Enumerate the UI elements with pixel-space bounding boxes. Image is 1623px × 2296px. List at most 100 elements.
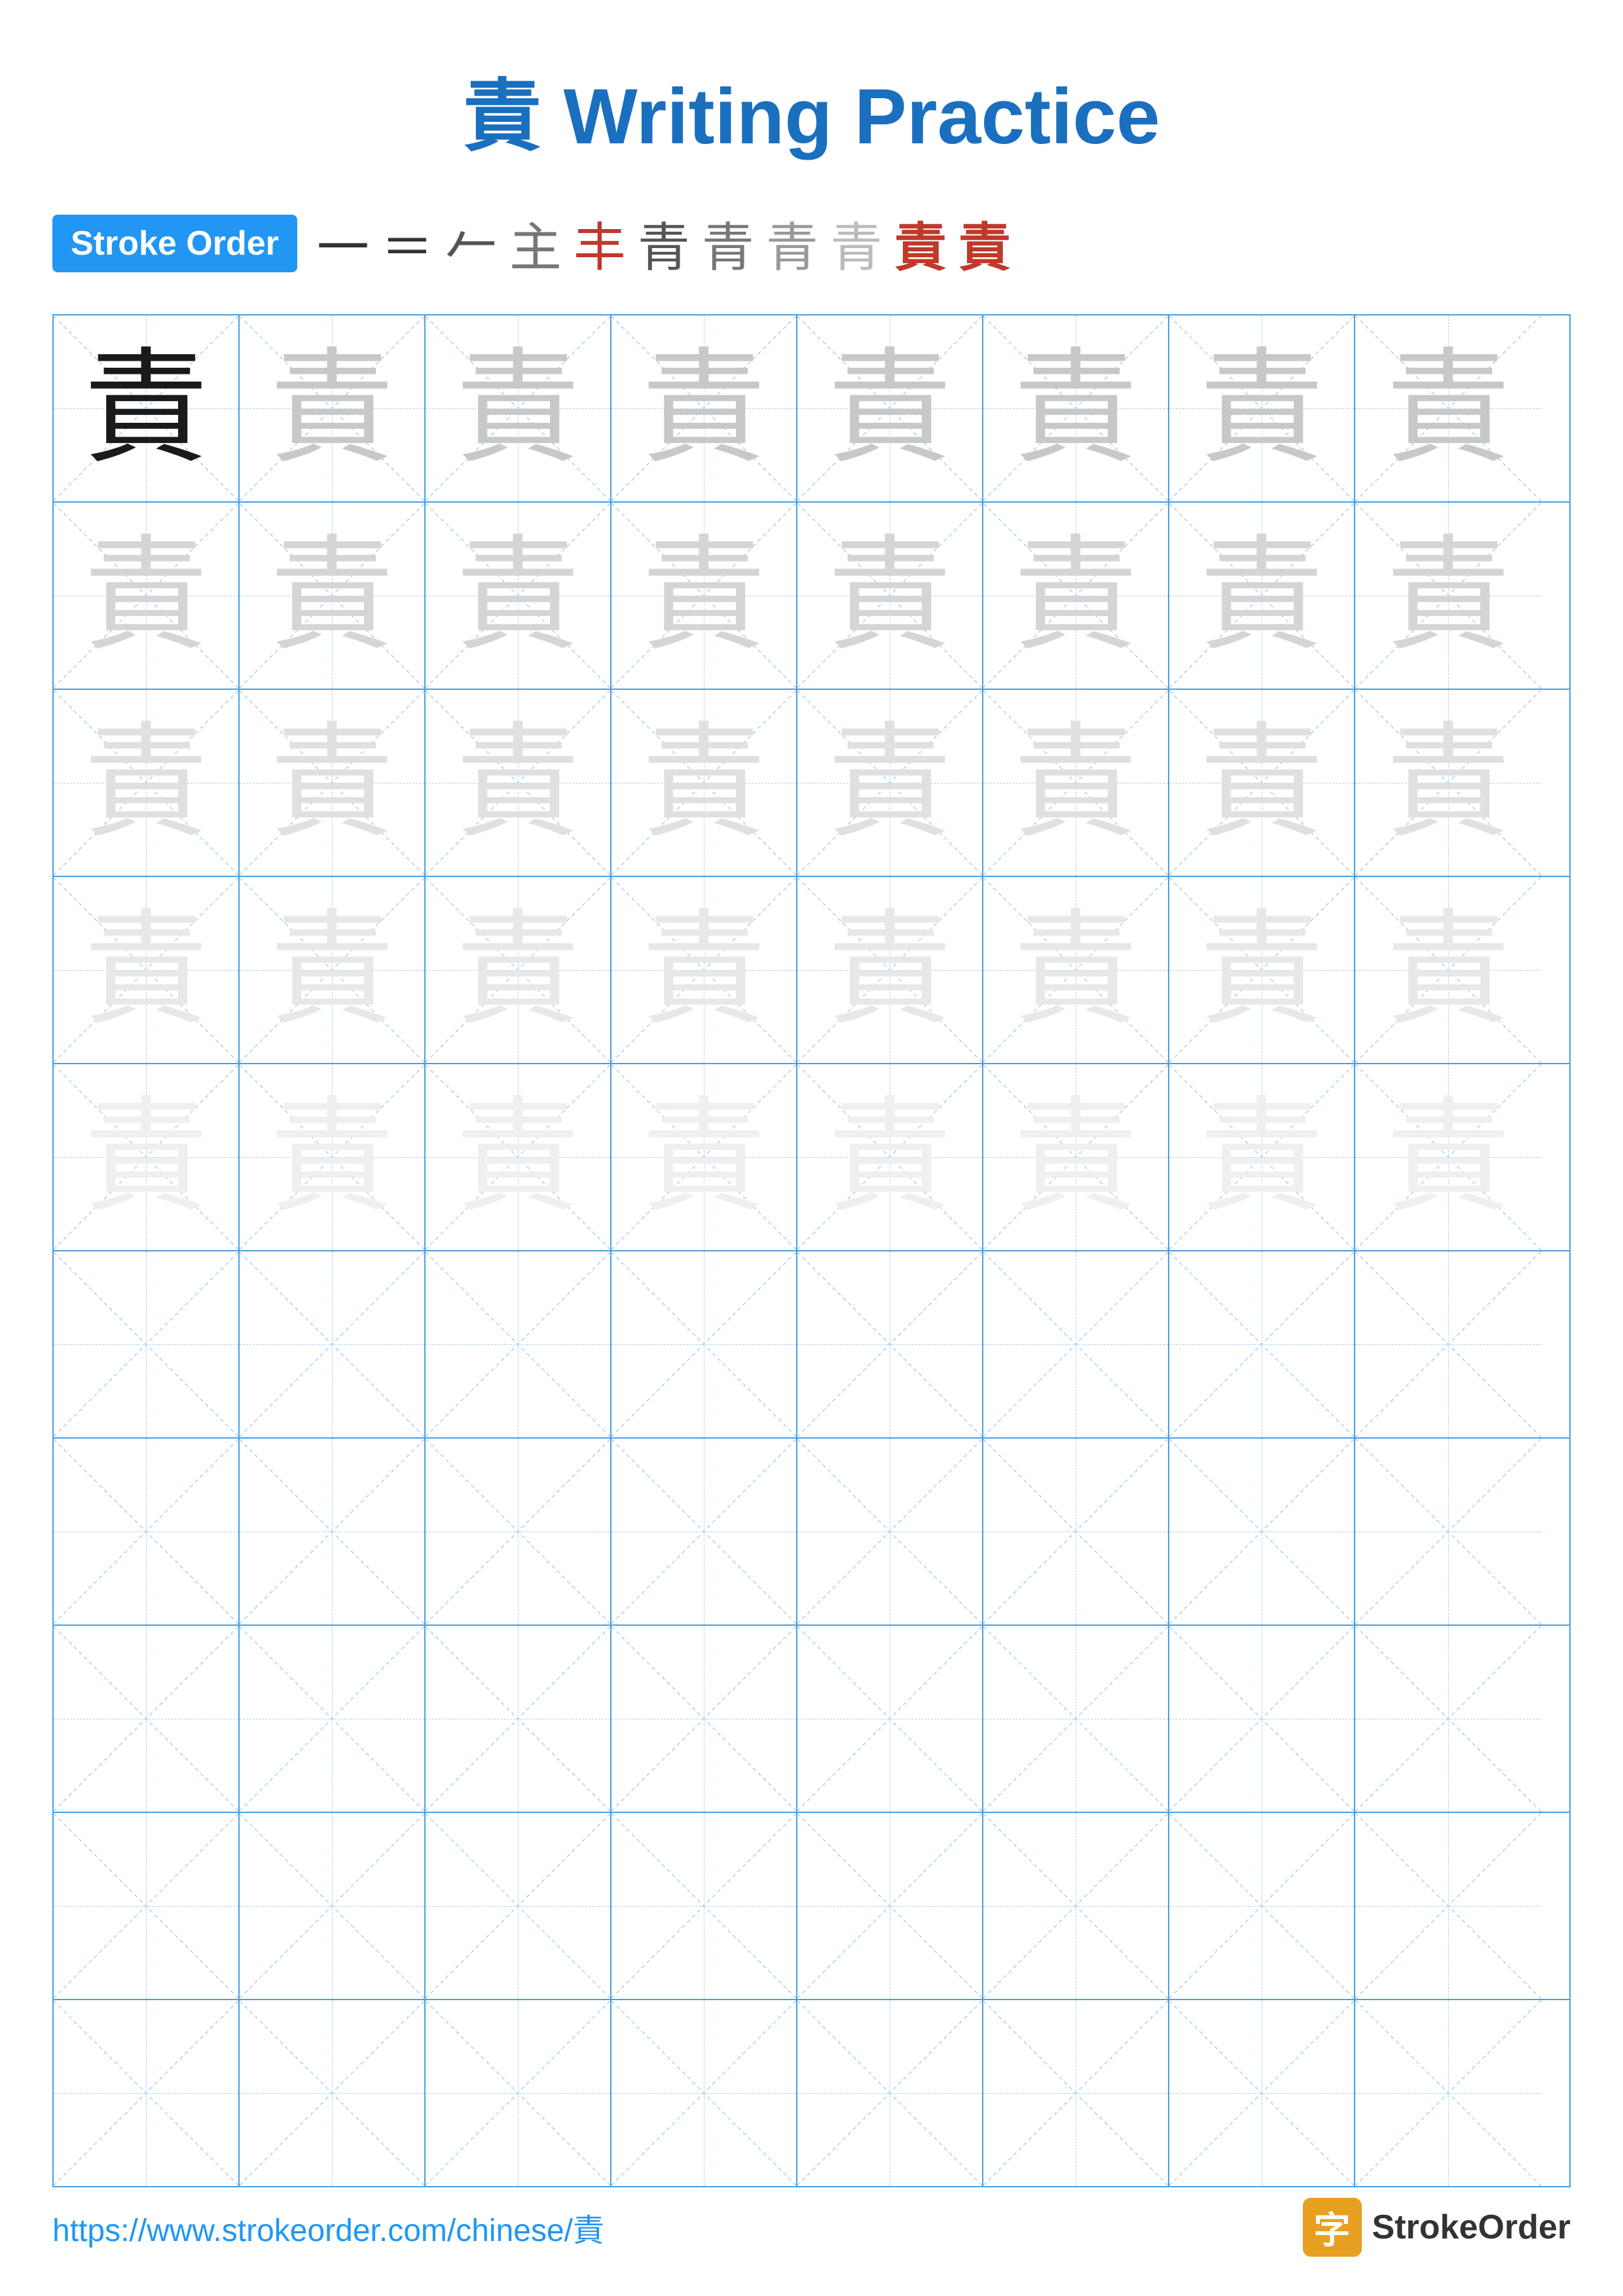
grid-cell-1-4: 責 bbox=[611, 315, 797, 501]
grid-cell-7-4[interactable] bbox=[611, 1439, 797, 1624]
footer-logo-text: StrokeOrder bbox=[1372, 2208, 1571, 2247]
grid-cell-4-2: 責 bbox=[240, 877, 426, 1063]
grid-cell-5-6: 責 bbox=[983, 1064, 1169, 1250]
grid-cell-5-4: 責 bbox=[611, 1064, 797, 1250]
stroke-char-8: 青 bbox=[766, 206, 818, 281]
practice-char-dark: 責 bbox=[84, 346, 208, 471]
grid-cell-3-6: 責 bbox=[983, 690, 1169, 876]
grid-cell-8-6[interactable] bbox=[983, 1626, 1169, 1812]
grid-cell-4-1: 責 bbox=[54, 877, 240, 1063]
grid-cell-9-6[interactable] bbox=[983, 1813, 1169, 1999]
grid-cell-7-1[interactable] bbox=[54, 1439, 240, 1624]
grid-cell-9-2[interactable] bbox=[240, 1813, 426, 1999]
grid-row-6 bbox=[54, 1251, 1569, 1439]
grid-row-9 bbox=[54, 1813, 1569, 2000]
practice-char-trace: 責 bbox=[642, 346, 766, 471]
grid-cell-10-5[interactable] bbox=[797, 2000, 983, 2186]
grid-cell-10-7[interactable] bbox=[1169, 2000, 1355, 2186]
grid-cell-8-7[interactable] bbox=[1169, 1626, 1355, 1812]
grid-row-2: 責 責 責 責 bbox=[54, 503, 1569, 690]
grid-cell-2-2: 責 bbox=[240, 503, 426, 689]
grid-cell-6-6[interactable] bbox=[983, 1251, 1169, 1437]
stroke-order-badge: Stroke Order bbox=[52, 215, 297, 272]
grid-cell-2-7: 責 bbox=[1169, 503, 1355, 689]
stroke-char-6: 青 bbox=[638, 206, 690, 281]
stroke-char-3: 𠂉 bbox=[445, 206, 498, 281]
grid-cell-1-7: 責 bbox=[1169, 315, 1355, 501]
footer: https://www.strokeorder.com/chinese/責 字 … bbox=[0, 2198, 1623, 2257]
title-text: Writing Practice bbox=[563, 73, 1159, 160]
grid-cell-10-6[interactable] bbox=[983, 2000, 1169, 2186]
title-char: 責 bbox=[463, 73, 541, 160]
grid-cell-7-2[interactable] bbox=[240, 1439, 426, 1624]
grid-cell-3-4: 責 bbox=[611, 690, 797, 876]
grid-cell-5-5: 責 bbox=[797, 1064, 983, 1250]
stroke-order-section: Stroke Order 一 ＝ 𠂉 主 丰 青 青 青 青 責 責 bbox=[0, 192, 1623, 295]
grid-cell-10-1[interactable] bbox=[54, 2000, 240, 2186]
grid-cell-1-8: 責 bbox=[1355, 315, 1541, 501]
grid-cell-6-8[interactable] bbox=[1355, 1251, 1541, 1437]
grid-cell-6-2[interactable] bbox=[240, 1251, 426, 1437]
practice-char-trace: 責 bbox=[1199, 346, 1324, 471]
grid-cell-4-3: 責 bbox=[426, 877, 611, 1063]
practice-char-trace: 責 bbox=[828, 346, 952, 471]
grid-cell-5-1: 責 bbox=[54, 1064, 240, 1250]
grid-row-5: 責 責 責 責 bbox=[54, 1064, 1569, 1251]
grid-cell-9-1[interactable] bbox=[54, 1813, 240, 1999]
grid-cell-9-4[interactable] bbox=[611, 1813, 797, 1999]
stroke-char-9: 青 bbox=[830, 206, 883, 281]
grid-cell-7-5[interactable] bbox=[797, 1439, 983, 1624]
grid-cell-7-3[interactable] bbox=[426, 1439, 611, 1624]
practice-grid: 責 責 責 責 bbox=[52, 314, 1571, 2187]
grid-cell-2-4: 責 bbox=[611, 503, 797, 689]
page-title: 責 Writing Practice bbox=[0, 0, 1623, 192]
practice-char-trace: 責 bbox=[456, 346, 580, 471]
grid-cell-8-1[interactable] bbox=[54, 1626, 240, 1812]
grid-cell-3-7: 責 bbox=[1169, 690, 1355, 876]
grid-cell-10-3[interactable] bbox=[426, 2000, 611, 2186]
grid-row-1: 責 責 責 責 bbox=[54, 315, 1569, 503]
stroke-char-11: 責 bbox=[958, 206, 1011, 281]
grid-cell-5-7: 責 bbox=[1169, 1064, 1355, 1250]
grid-cell-9-5[interactable] bbox=[797, 1813, 983, 1999]
stroke-char-7: 青 bbox=[702, 206, 754, 281]
grid-cell-2-6: 責 bbox=[983, 503, 1169, 689]
grid-cell-6-4[interactable] bbox=[611, 1251, 797, 1437]
grid-cell-7-8[interactable] bbox=[1355, 1439, 1541, 1624]
footer-url-link[interactable]: https://www.strokeorder.com/chinese/責 bbox=[52, 2204, 604, 2250]
grid-cell-6-5[interactable] bbox=[797, 1251, 983, 1437]
grid-cell-7-6[interactable] bbox=[983, 1439, 1169, 1624]
grid-cell-7-7[interactable] bbox=[1169, 1439, 1355, 1624]
footer-logo-icon: 字 bbox=[1303, 2198, 1362, 2257]
grid-cell-8-2[interactable] bbox=[240, 1626, 426, 1812]
stroke-char-10: 責 bbox=[894, 206, 947, 281]
grid-cell-4-4: 責 bbox=[611, 877, 797, 1063]
grid-cell-1-2: 責 bbox=[240, 315, 426, 501]
grid-cell-4-8: 責 bbox=[1355, 877, 1541, 1063]
grid-cell-9-3[interactable] bbox=[426, 1813, 611, 1999]
footer-logo-char: 字 bbox=[1314, 2201, 1351, 2254]
grid-cell-3-8: 責 bbox=[1355, 690, 1541, 876]
grid-cell-8-4[interactable] bbox=[611, 1626, 797, 1812]
grid-cell-6-7[interactable] bbox=[1169, 1251, 1355, 1437]
grid-cell-2-8: 責 bbox=[1355, 503, 1541, 689]
stroke-char-5: 丰 bbox=[574, 206, 626, 281]
grid-cell-10-4[interactable] bbox=[611, 2000, 797, 2186]
grid-cell-10-8[interactable] bbox=[1355, 2000, 1541, 2186]
grid-cell-9-7[interactable] bbox=[1169, 1813, 1355, 1999]
grid-cell-10-2[interactable] bbox=[240, 2000, 426, 2186]
grid-row-3: 責 責 責 責 bbox=[54, 690, 1569, 877]
grid-cell-1-1: 責 bbox=[54, 315, 240, 501]
stroke-order-chars: 一 ＝ 𠂉 主 丰 青 青 青 青 責 責 bbox=[317, 206, 1011, 281]
grid-cell-8-3[interactable] bbox=[426, 1626, 611, 1812]
grid-row-4: 責 責 責 責 bbox=[54, 877, 1569, 1064]
grid-cell-6-1[interactable] bbox=[54, 1251, 240, 1437]
grid-row-10 bbox=[54, 2000, 1569, 2186]
grid-row-8 bbox=[54, 1626, 1569, 1813]
grid-cell-5-8: 責 bbox=[1355, 1064, 1541, 1250]
grid-cell-8-8[interactable] bbox=[1355, 1626, 1541, 1812]
grid-cell-6-3[interactable] bbox=[426, 1251, 611, 1437]
grid-cell-4-6: 責 bbox=[983, 877, 1169, 1063]
grid-cell-9-8[interactable] bbox=[1355, 1813, 1541, 1999]
grid-cell-8-5[interactable] bbox=[797, 1626, 983, 1812]
